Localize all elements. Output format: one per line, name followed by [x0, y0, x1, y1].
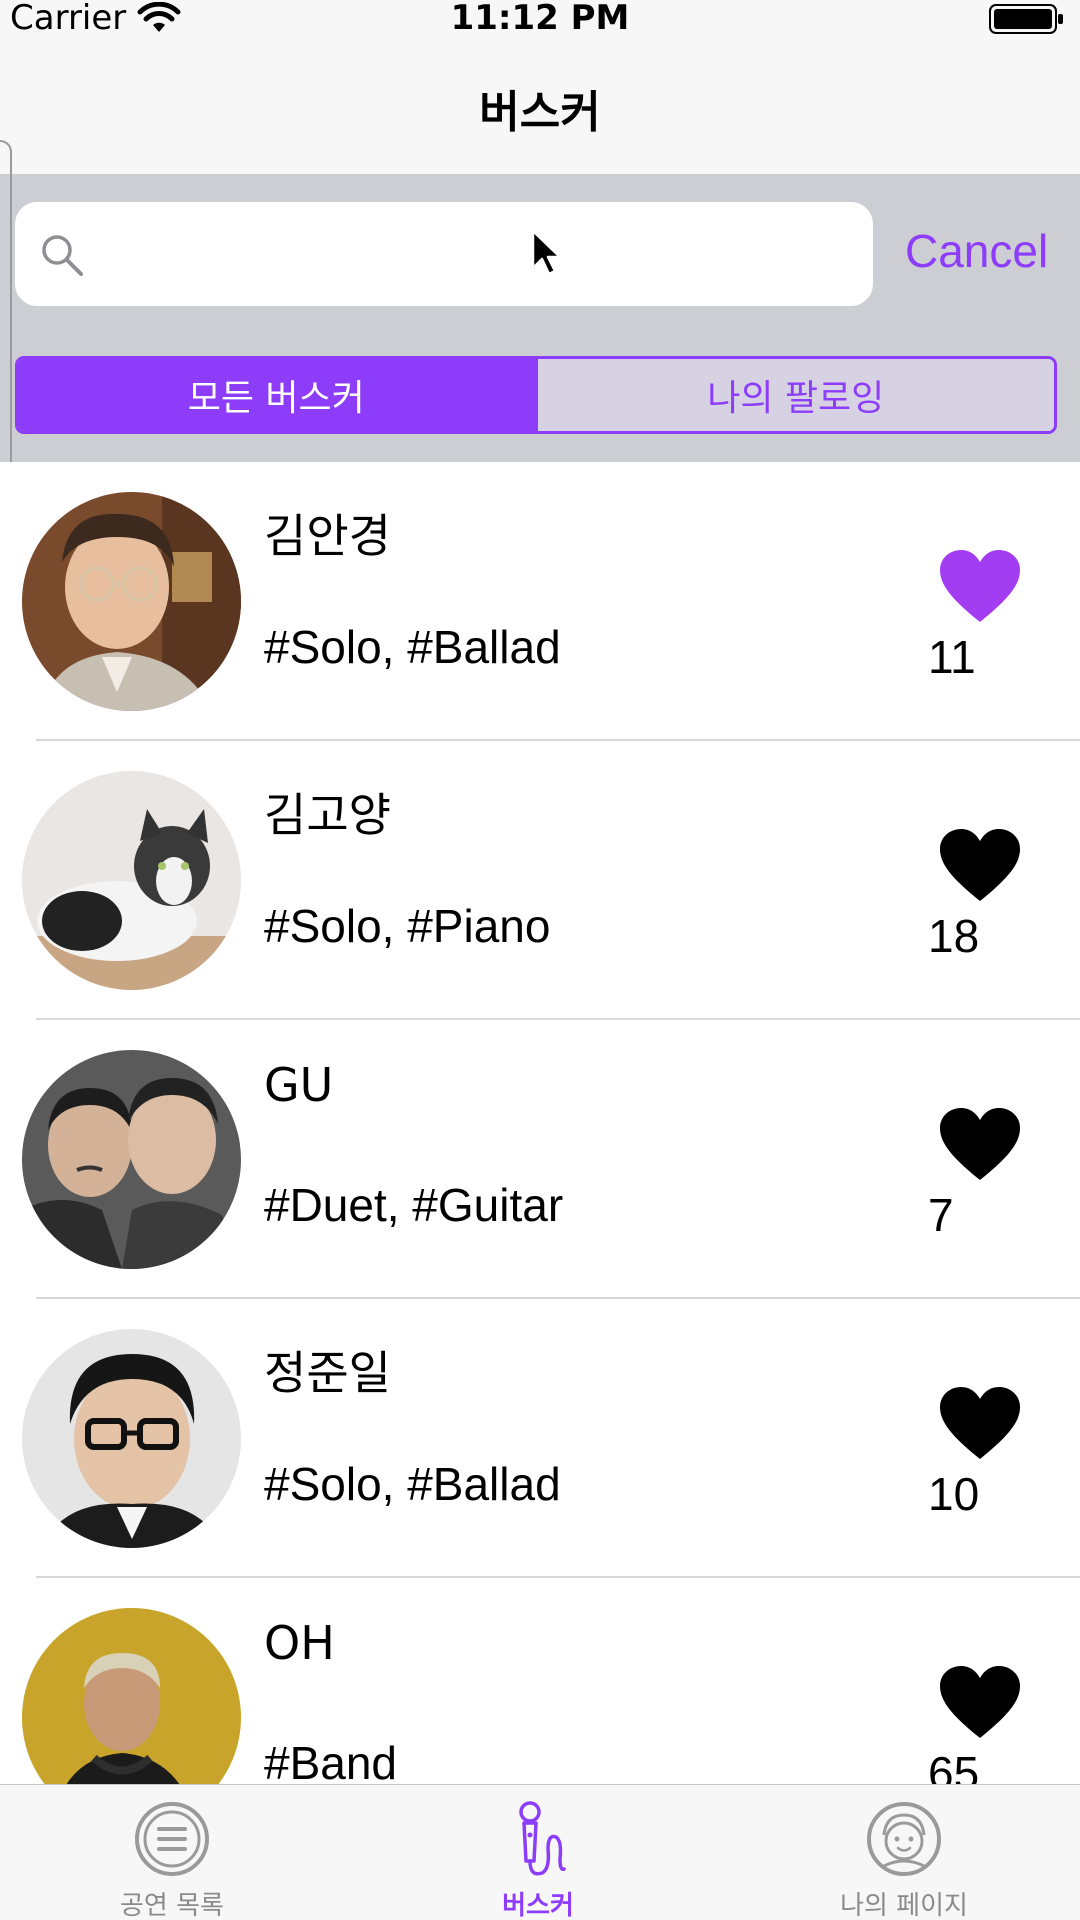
avatar [22, 771, 241, 990]
segment-my-following[interactable]: 나의 팔로잉 [534, 359, 1054, 431]
screen: Carrier 11:12 PM 버스커 Cancel 모든 버스커 나의 팔로… [0, 0, 1080, 1920]
tab-label: 나의 페이지 [840, 1891, 968, 1920]
heart-icon[interactable] [940, 1387, 1020, 1461]
list-item[interactable]: OH #Band 65 [0, 1578, 1080, 1784]
avatar [22, 1329, 241, 1548]
heart-icon[interactable] [940, 1108, 1020, 1182]
heart-filled-icon[interactable] [940, 550, 1020, 624]
search-input[interactable] [103, 220, 847, 288]
busker-name: OH [264, 1616, 335, 1670]
search-area: Cancel 모든 버스커 나의 팔로잉 [0, 174, 1080, 462]
avatar [22, 1608, 241, 1784]
like-count: 7 [928, 1189, 954, 1241]
microphone-icon [519, 1801, 566, 1876]
like-count: 65 [928, 1747, 980, 1784]
segment-all-buskers[interactable]: 모든 버스커 [18, 359, 535, 431]
tab-label: 공연 목록 [120, 1891, 224, 1920]
busker-tags: #Solo, #Ballad [264, 1458, 561, 1510]
status-time: 11:12 PM [450, 0, 630, 38]
list-item[interactable]: GU #Duet, #Guitar 7 [0, 1020, 1080, 1299]
busker-tags: #Band [264, 1737, 398, 1784]
tab-my-page[interactable]: 나의 페이지 [804, 1785, 1004, 1920]
segmented-control: 모든 버스커 나의 팔로잉 [15, 356, 1057, 434]
battery-icon [989, 4, 1063, 34]
avatar [22, 1050, 241, 1269]
list-item[interactable]: 정준일 #Solo, #Ballad 10 [0, 1299, 1080, 1578]
search-field[interactable] [15, 202, 873, 306]
busker-name: 김고양 [264, 788, 391, 842]
busker-tags: #Solo, #Ballad [264, 621, 561, 673]
like-count: 11 [928, 631, 976, 683]
heart-icon[interactable] [940, 829, 1020, 903]
like-count: 18 [928, 910, 980, 962]
list-item[interactable]: 김안경 #Solo, #Ballad 11 [0, 462, 1080, 741]
heart-icon[interactable] [940, 1666, 1020, 1740]
tab-performance-list[interactable]: 공연 목록 [72, 1785, 272, 1920]
tab-bar: 공연 목록 버스커 나의 페이지 [0, 1784, 1080, 1920]
page-title: 버스커 [479, 87, 601, 138]
profile-icon [867, 1802, 941, 1876]
status-bar: Carrier 11:12 PM [0, 0, 1080, 40]
tab-buskers[interactable]: 버스커 [438, 1785, 638, 1920]
avatar [22, 492, 241, 711]
mouse-cursor-icon [531, 229, 562, 276]
busker-name: 김안경 [264, 509, 391, 563]
list-icon [135, 1802, 209, 1876]
like-count: 10 [928, 1468, 980, 1520]
busker-list[interactable]: 김안경 #Solo, #Ballad 11 김고양 #Solo, #Piano … [0, 462, 1080, 1784]
search-icon [42, 235, 83, 276]
busker-name: 정준일 [264, 1346, 391, 1400]
navigation-bar: 버스커 [0, 40, 1080, 174]
list-item[interactable]: 김고양 #Solo, #Piano 18 [0, 741, 1080, 1020]
busker-tags: #Solo, #Piano [264, 900, 551, 952]
tab-label: 버스커 [502, 1891, 574, 1920]
busker-name: GU [264, 1058, 334, 1112]
cancel-button[interactable]: Cancel [905, 224, 1048, 278]
busker-tags: #Duet, #Guitar [264, 1179, 564, 1231]
